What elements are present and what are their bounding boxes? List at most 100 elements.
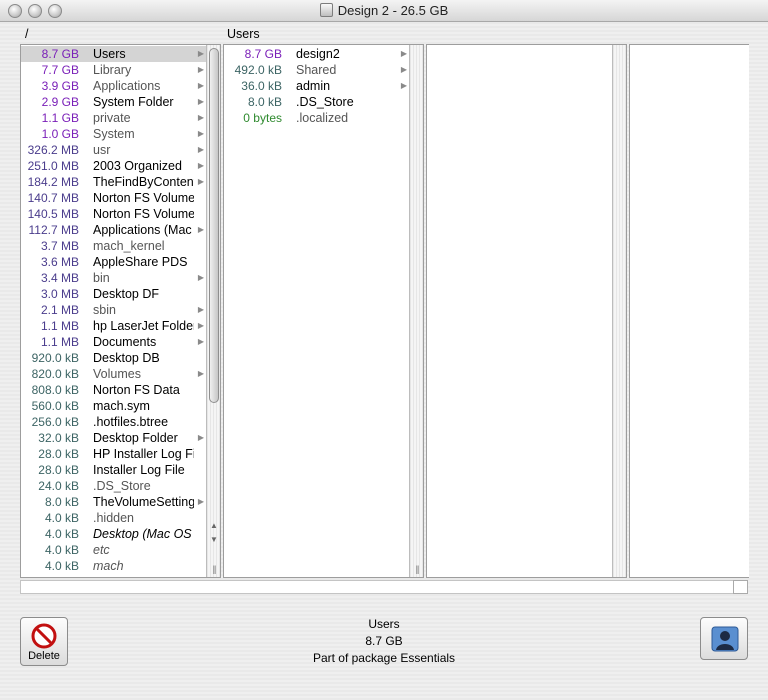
list-item[interactable]: 326.2 MB usr ▶ [21, 142, 206, 158]
list-item[interactable]: 32.0 kB Desktop Folder ▶ [21, 430, 206, 446]
item-name: System [93, 127, 135, 141]
disclosure-arrow-icon: ▶ [197, 305, 204, 314]
list-item[interactable]: 28.0 kB HP Installer Log File [21, 446, 206, 462]
list-item[interactable]: 1.0 GB System ▶ [21, 126, 206, 142]
scroll-up-arrow-icon[interactable]: ▲ [207, 521, 220, 530]
reveal-user-button[interactable] [700, 617, 748, 660]
list-item[interactable]: 251.0 MB 2003 Organized ▶ [21, 158, 206, 174]
item-name: TheFindByContent [93, 175, 194, 189]
item-size: 326.2 MB [27, 143, 79, 157]
list-item[interactable]: 0 bytes .localized [224, 110, 409, 126]
item-size: 4.0 kB [44, 543, 79, 557]
disclosure-arrow-icon: ▶ [197, 65, 204, 74]
list-item[interactable]: 36.0 kB admin ▶ [224, 78, 409, 94]
list-item[interactable]: 3.0 MB Desktop DF [21, 286, 206, 302]
item-name: Desktop (Mac OS 9) [93, 527, 194, 541]
item-name: Applications [93, 79, 161, 93]
scroll-down-arrow-icon[interactable]: ▼ [207, 535, 220, 544]
list-item[interactable]: 2.9 GB System Folder ▶ [21, 94, 206, 110]
list-item[interactable]: 140.7 MB Norton FS Volume [21, 190, 206, 206]
item-size: 112.7 MB [28, 223, 79, 237]
window: Design 2 - 26.5 GB / Users 8.7 GB Users ▶ 7… [0, 0, 768, 700]
list-item[interactable]: 3.4 MB bin ▶ [21, 270, 206, 286]
list-item[interactable]: 4.0 kB mach [21, 558, 206, 574]
disclosure-arrow-icon: ▶ [197, 321, 204, 330]
list-item[interactable]: 3.6 MB AppleShare PDS [21, 254, 206, 270]
scroll-thumb[interactable] [209, 48, 219, 403]
path-current-label: Users [227, 27, 260, 41]
item-name: HP Installer Log File [93, 447, 194, 461]
item-size: 32.0 kB [38, 431, 79, 445]
resize-box[interactable] [733, 580, 748, 594]
item-size: 560.0 kB [31, 399, 79, 413]
column-1-list: 8.7 GB Users ▶ 7.7 GB Library ▶ 3.9 GB Applicat… [21, 46, 206, 574]
item-name: Shared [296, 63, 337, 77]
column-resize-grip-icon[interactable]: || [410, 564, 423, 574]
delete-button[interactable]: Delete [20, 617, 68, 666]
list-item[interactable]: 3.9 GB Applications ▶ [21, 78, 206, 94]
column-2-scrollbar[interactable]: || [409, 45, 423, 577]
item-size: 8.0 kB [44, 495, 79, 509]
list-item[interactable]: 492.0 kB Shared ▶ [224, 62, 409, 78]
list-item[interactable]: 560.0 kB mach.sym [21, 398, 206, 414]
column-3-scrollbar[interactable] [612, 45, 626, 577]
item-name: Installer Log File [93, 463, 185, 477]
item-name: Desktop DF [93, 287, 159, 301]
list-item[interactable]: 4.0 kB Desktop (Mac OS 9) [21, 526, 206, 542]
item-name: bin [93, 271, 110, 285]
column-3[interactable] [426, 44, 627, 578]
info-package: Part of package Essentials [312, 651, 456, 665]
item-size: 28.0 kB [38, 463, 79, 477]
column-1[interactable]: 8.7 GB Users ▶ 7.7 GB Library ▶ 3.9 GB Applicat… [20, 44, 221, 578]
list-item[interactable]: 8.7 GB Users ▶ [21, 46, 206, 62]
column-4[interactable] [629, 44, 749, 578]
disclosure-arrow-icon: ▶ [400, 81, 407, 90]
list-item[interactable]: 8.0 kB TheVolumeSettingsFolder▶ [21, 494, 206, 510]
item-name: private [93, 111, 131, 125]
item-size: 256.0 kB [31, 415, 79, 429]
disclosure-arrow-icon: ▶ [197, 81, 204, 90]
item-size: 28.0 kB [38, 447, 79, 461]
disclosure-arrow-icon: ▶ [197, 369, 204, 378]
list-item[interactable]: 8.0 kB .DS_Store [224, 94, 409, 110]
disclosure-arrow-icon: ▶ [197, 337, 204, 346]
list-item[interactable]: 24.0 kB .DS_Store [21, 478, 206, 494]
item-size: 24.0 kB [38, 479, 79, 493]
list-item[interactable]: 28.0 kB Installer Log File [21, 462, 206, 478]
list-item[interactable]: 920.0 kB Desktop DB [21, 350, 206, 366]
list-item[interactable]: 1.1 MB hp LaserJet Folder ▶ [21, 318, 206, 334]
column-resize-grip-icon[interactable]: || [207, 564, 220, 574]
item-size: 3.9 GB [41, 79, 79, 93]
horizontal-scrollbar[interactable] [20, 580, 748, 594]
column-2[interactable]: 8.7 GB design2 ▶ 492.0 kB Shared ▶ 36.0 kB admi… [223, 44, 424, 578]
list-item[interactable]: 820.0 kB Volumes ▶ [21, 366, 206, 382]
list-item[interactable]: 140.5 MB Norton FS Volume 2 [21, 206, 206, 222]
list-item[interactable]: 1.1 MB Documents ▶ [21, 334, 206, 350]
list-item[interactable]: 2.1 MB sbin ▶ [21, 302, 206, 318]
list-item[interactable]: 3.7 MB mach_kernel [21, 238, 206, 254]
list-item[interactable]: 7.7 GB Library ▶ [21, 62, 206, 78]
list-item[interactable]: 1.1 GB private ▶ [21, 110, 206, 126]
list-item[interactable]: 184.2 MB TheFindByContent ▶ [21, 174, 206, 190]
column-1-scrollbar[interactable]: ▲ ▼ || [206, 45, 220, 577]
disclosure-arrow-icon: ▶ [197, 49, 204, 58]
path-root-label: / [25, 27, 29, 41]
item-name: AppleShare PDS [93, 255, 188, 269]
item-size: 8.0 kB [247, 95, 282, 109]
item-name: etc [93, 543, 110, 557]
item-name: .DS_Store [296, 95, 354, 109]
list-item[interactable]: 4.0 kB etc [21, 542, 206, 558]
item-name: 2003 Organized [93, 159, 182, 173]
item-size: 184.2 MB [27, 175, 79, 189]
item-name: Desktop DB [93, 351, 160, 365]
delete-button-label: Delete [28, 650, 60, 662]
list-item[interactable]: 4.0 kB .hidden [21, 510, 206, 526]
item-size: 3.4 MB [40, 271, 79, 285]
list-item[interactable]: 112.7 MB Applications (Mac OS 9)▶ [21, 222, 206, 238]
item-name: mach [93, 559, 124, 573]
list-item[interactable]: 808.0 kB Norton FS Data [21, 382, 206, 398]
item-size: 2.9 GB [41, 95, 79, 109]
list-item[interactable]: 8.7 GB design2 ▶ [224, 46, 409, 62]
item-name: System Folder [93, 95, 174, 109]
list-item[interactable]: 256.0 kB .hotfiles.btree [21, 414, 206, 430]
